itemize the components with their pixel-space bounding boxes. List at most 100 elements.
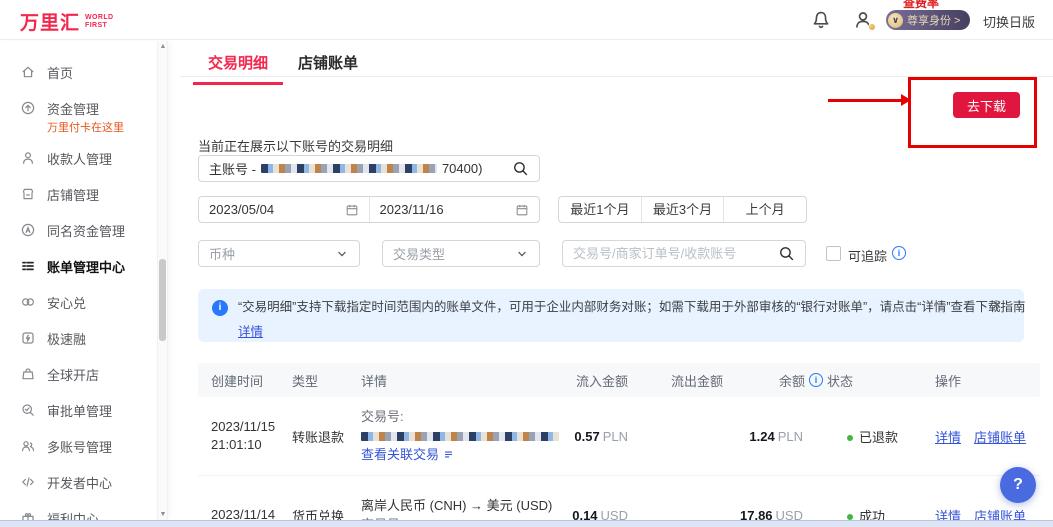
sidebar-item-label: 全球开店: [47, 367, 100, 383]
transaction-type-select[interactable]: 交易类型: [382, 240, 540, 267]
details-cell: 交易号: 查看关联交易: [361, 398, 561, 474]
created-time-cell: 2023/11/15 21:01:10: [211, 419, 276, 452]
date-from-value: 2023/05/04: [209, 202, 275, 217]
sidebar-item-fast-financing[interactable]: 极速融: [0, 320, 167, 356]
sidebar-item-approvals[interactable]: 审批单管理: [0, 392, 167, 428]
related-list-icon: [443, 449, 454, 460]
account-suffix: 70400): [441, 161, 483, 176]
scroll-up-icon[interactable]: [158, 43, 167, 50]
go-download-button[interactable]: 去下载: [953, 92, 1020, 118]
inflow-cell: 0.57 PLN: [574, 428, 628, 444]
sidebar-item-label: 首页: [47, 65, 74, 81]
avatar-medal-badge: [868, 23, 876, 31]
col-inflow: 流入金额: [575, 373, 628, 389]
help-button[interactable]: ?: [1000, 467, 1036, 503]
type-cell: 转账退款: [292, 429, 345, 445]
scrollbar-thumb[interactable]: [159, 259, 166, 341]
quick-range-buttons: 最近1个月 最近3个月 上个月: [558, 196, 807, 223]
vip-crown-icon: ∨: [888, 12, 903, 28]
sidebar-scrollbar[interactable]: [157, 41, 167, 520]
actions-cell: 详情 店铺账单: [931, 427, 1040, 446]
window-bottom-edge: [0, 520, 1053, 527]
row-details-link[interactable]: 详情: [935, 427, 961, 446]
trackable-info-icon[interactable]: [892, 246, 906, 260]
range-last-1-month-button[interactable]: 最近1个月: [559, 197, 641, 222]
trackable-label: 可追踪: [848, 249, 888, 264]
balance-info-icon[interactable]: [809, 373, 823, 387]
sidebar-item-multi-account[interactable]: 多账号管理: [0, 428, 167, 464]
date-to-value: 2023/11/16: [379, 202, 444, 217]
fast-financing-icon: [20, 330, 36, 346]
store-icon: [20, 186, 36, 202]
clipped-promo-text: 查费率: [903, 0, 940, 10]
transaction-id-label: 交易号:: [361, 409, 404, 424]
sidebar-item-payees[interactable]: 收款人管理: [0, 140, 167, 176]
account-prefix: 主账号 -: [209, 162, 256, 177]
exchange-icon: [20, 294, 36, 310]
col-status: 状态: [827, 373, 854, 389]
date-to-field[interactable]: 2023/11/16: [370, 197, 540, 222]
search-icon: [512, 160, 529, 177]
sidebar-item-stores[interactable]: 店铺管理: [0, 176, 167, 212]
switch-jp-version-link[interactable]: 切换日版: [983, 12, 1035, 31]
global-store-icon: [20, 366, 36, 382]
sidebar-item-same-name-funds[interactable]: 同名资金管理: [0, 212, 167, 248]
banner-details-link[interactable]: 详情: [238, 321, 263, 340]
worldfirst-logo[interactable]: 万里汇 WORLD FIRST: [20, 8, 113, 35]
logo-text-en: WORLD FIRST: [85, 14, 114, 29]
range-last-3-months-button[interactable]: 最近3个月: [642, 197, 724, 222]
sidebar-item-label: 收款人管理: [47, 151, 113, 167]
scroll-down-icon[interactable]: [158, 511, 167, 518]
info-banner: “交易明细”支持下载指定时间范围内的账单文件，可用于企业内部财务对账；如需下载用…: [198, 289, 1026, 342]
transactions-table: 创建时间 类型 详情 流入金额 流出金额 余额 状态 操作 2023/11/15…: [198, 363, 1040, 527]
search-icon: [778, 245, 795, 262]
top-bar: 万里汇 WORLD FIRST ∨ 尊享身份 > 切换日版: [0, 0, 1053, 40]
worldfirst-app: 万里汇 WORLD FIRST ∨ 尊享身份 > 切换日版 查费率 首页 资金管…: [0, 0, 1053, 527]
view-related-transactions-link[interactable]: 查看关联交易: [361, 447, 439, 462]
calendar-icon: [515, 203, 529, 217]
sidebar-item-bill-center[interactable]: 账单管理中心: [0, 248, 167, 284]
sidebar-item-exchange[interactable]: 安心兑: [0, 284, 167, 320]
date-range-picker: 2023/05/04 2023/11/16: [198, 196, 540, 223]
col-type: 类型: [292, 373, 319, 389]
main-content: 交易明细 店铺账单 去下载 当前正在展示以下账号的交易明细 主账号 - 7040…: [180, 41, 1053, 527]
user-avatar-icon[interactable]: [852, 9, 876, 31]
banner-text: “交易明细”支持下载指定时间范围内的账单文件，可用于企业内部财务对账；如需下载用…: [238, 300, 1026, 314]
date-from-field[interactable]: 2023/05/04: [199, 197, 369, 222]
chevron-down-icon: [515, 247, 529, 261]
sidebar-funds-subtitle[interactable]: 万里付卡在这里: [47, 119, 167, 135]
account-selector-input[interactable]: 主账号 - 70400): [198, 155, 540, 182]
annotation-arrow: [828, 94, 911, 106]
transaction-search-field: [562, 240, 806, 267]
sidebar-item-label: 开发者中心: [47, 475, 113, 491]
sidebar-nav: 首页 资金管理 万里付卡在这里 收款人管理 店铺管理 同名资金管理 账单管理中心…: [0, 41, 168, 520]
same-name-funds-icon: [20, 222, 36, 238]
trackable-checkbox[interactable]: [826, 246, 841, 261]
col-actions: 操作: [935, 373, 962, 389]
sidebar-item-global-store[interactable]: 全球开店: [0, 356, 167, 392]
sidebar-item-benefits-center[interactable]: 福利中心: [0, 500, 167, 520]
transaction-search-input[interactable]: [573, 246, 778, 261]
notifications-bell-icon[interactable]: [810, 9, 832, 31]
tab-store-statements[interactable]: 店铺账单: [283, 41, 373, 85]
sidebar-item-label: 审批单管理: [47, 403, 113, 419]
funds-icon: [20, 100, 36, 116]
sidebar-item-developer-center[interactable]: 开发者中心: [0, 464, 167, 500]
approval-icon: [20, 402, 36, 418]
balance-cell: 1.24 PLN: [749, 428, 803, 444]
vip-status-badge[interactable]: ∨ 尊享身份 >: [886, 10, 971, 30]
tab-transaction-details[interactable]: 交易明细: [193, 41, 284, 85]
home-icon: [20, 64, 36, 80]
chevron-down-icon: [335, 247, 349, 261]
sidebar-item-home[interactable]: 首页: [0, 54, 167, 90]
range-last-month-button[interactable]: 上个月: [724, 197, 806, 222]
status-cell: 已退款: [823, 427, 931, 446]
status-dot: [847, 513, 853, 520]
close-icon[interactable]: [992, 298, 1002, 312]
currency-conversion-label: 离岸人民币 (CNH) → 美元 (USD): [361, 497, 553, 513]
redacted-transaction-id: [361, 432, 559, 442]
sidebar-item-label: 账单管理中心: [47, 259, 126, 275]
currency-select[interactable]: 币种: [198, 240, 360, 267]
row-store-statement-link[interactable]: 店铺账单: [974, 427, 1026, 446]
info-icon: [212, 300, 228, 316]
